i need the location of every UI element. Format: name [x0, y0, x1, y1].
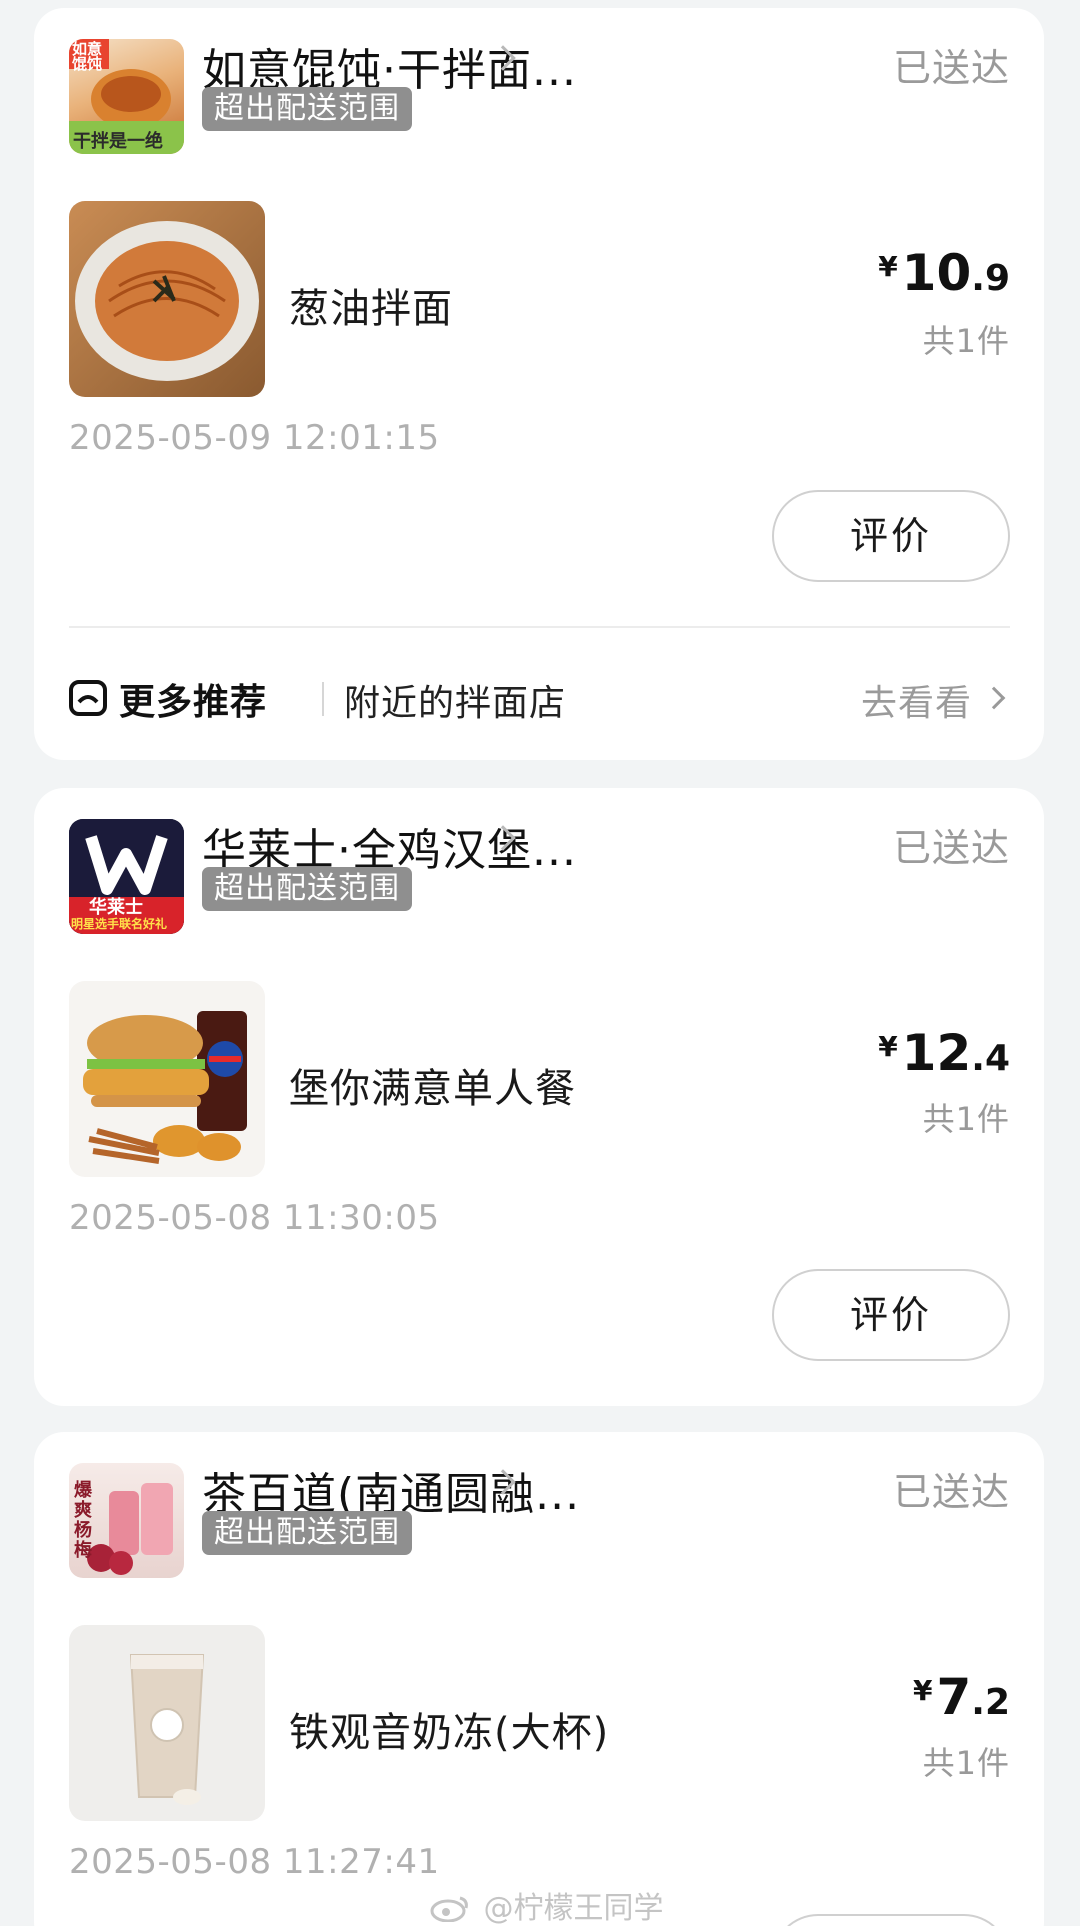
price: ¥12.4: [878, 1024, 1010, 1082]
logo-text-bottom: 干拌是一绝: [73, 131, 163, 152]
dish-image[interactable]: [69, 981, 265, 1177]
weibo-icon: [430, 1896, 468, 1922]
out-of-range-tag: 超出配送范围: [202, 1511, 412, 1555]
order-time: 2025-05-08 11:30:05: [69, 1198, 440, 1238]
order-list-page: 如意馄饨 干拌是一绝 如意馄饨·干拌面... 已送达 超出配送范围 葱油拌面 ¥…: [0, 0, 1080, 1926]
chevron-right-icon[interactable]: [982, 686, 1006, 710]
out-of-range-tag: 超出配送范围: [202, 87, 412, 131]
store-logo[interactable]: 华莱士 明星选手联名好礼: [69, 819, 184, 934]
price-decimal: .2: [971, 1682, 1010, 1723]
dish-name: 葱油拌面: [289, 286, 453, 332]
order-card: 如意馄饨 干拌是一绝 如意馄饨·干拌面... 已送达 超出配送范围 葱油拌面 ¥…: [34, 8, 1044, 760]
go-see-link[interactable]: 去看看: [861, 674, 972, 726]
price-currency: ¥: [878, 250, 898, 283]
price-integer: 7: [936, 1668, 972, 1726]
order-card: 华莱士 明星选手联名好礼 华莱士·全鸡汉堡... 已送达 超出配送范围 堡你满意…: [34, 788, 1044, 1406]
review-button[interactable]: [772, 1914, 1010, 1926]
watermark-text: @柠檬王同学: [483, 1891, 664, 1926]
order-status: 已送达: [892, 1470, 1010, 1514]
store-logo[interactable]: 爆爽杨梅: [69, 1463, 184, 1578]
logo-text-bottom: 明星选手联名好礼: [71, 917, 168, 931]
dish-name: 堡你满意单人餐: [289, 1066, 576, 1112]
dish-image[interactable]: [69, 1625, 265, 1821]
out-of-range-tag: 超出配送范围: [202, 867, 412, 911]
watermark: @柠檬王同学: [430, 1883, 664, 1926]
order-status: 已送达: [892, 826, 1010, 870]
recommend-title: 更多推荐: [119, 682, 268, 723]
noodle-plate-icon: [75, 221, 259, 381]
price-integer: 12: [901, 1024, 972, 1082]
divider: [322, 682, 324, 716]
order-time: 2025-05-08 11:27:41: [69, 1842, 440, 1882]
price-decimal: .9: [971, 258, 1010, 299]
recommend-subtitle: 附近的拌面店: [344, 683, 567, 724]
logo-text-top: 爆爽杨梅: [74, 1480, 92, 1561]
price: ¥7.2: [913, 1668, 1010, 1726]
order-card: 爆爽杨梅 茶百道(南通圆融... 已送达 超出配送范围 铁观音奶冻(大杯) ¥7…: [34, 1432, 1044, 1926]
item-count: 共1件: [922, 1744, 1010, 1782]
store-logo[interactable]: 如意馄饨 干拌是一绝: [69, 39, 184, 154]
price-currency: ¥: [878, 1030, 898, 1063]
price-decimal: .4: [971, 1038, 1010, 1079]
item-count: 共1件: [922, 1100, 1010, 1138]
dish-name: 铁观音奶冻(大杯): [289, 1710, 610, 1756]
recommend-row[interactable]: 更多推荐 附近的拌面店 去看看: [69, 668, 1010, 728]
burger-meal-icon: [83, 1011, 247, 1164]
review-button[interactable]: 评价: [772, 490, 1010, 582]
order-time: 2025-05-09 12:01:15: [69, 418, 440, 458]
divider: [69, 626, 1010, 628]
item-count: 共1件: [922, 322, 1010, 360]
price-integer: 10: [901, 244, 972, 302]
order-status: 已送达: [892, 46, 1010, 90]
price-currency: ¥: [912, 1674, 933, 1707]
price: ¥10.9: [878, 244, 1010, 302]
review-button[interactable]: 评价: [772, 1269, 1010, 1361]
milk-tea-cup-icon: [129, 1654, 205, 1805]
recommend-icon: [69, 680, 107, 716]
dish-image[interactable]: [69, 201, 265, 397]
logo-text-top: 如意馄饨: [72, 40, 103, 73]
